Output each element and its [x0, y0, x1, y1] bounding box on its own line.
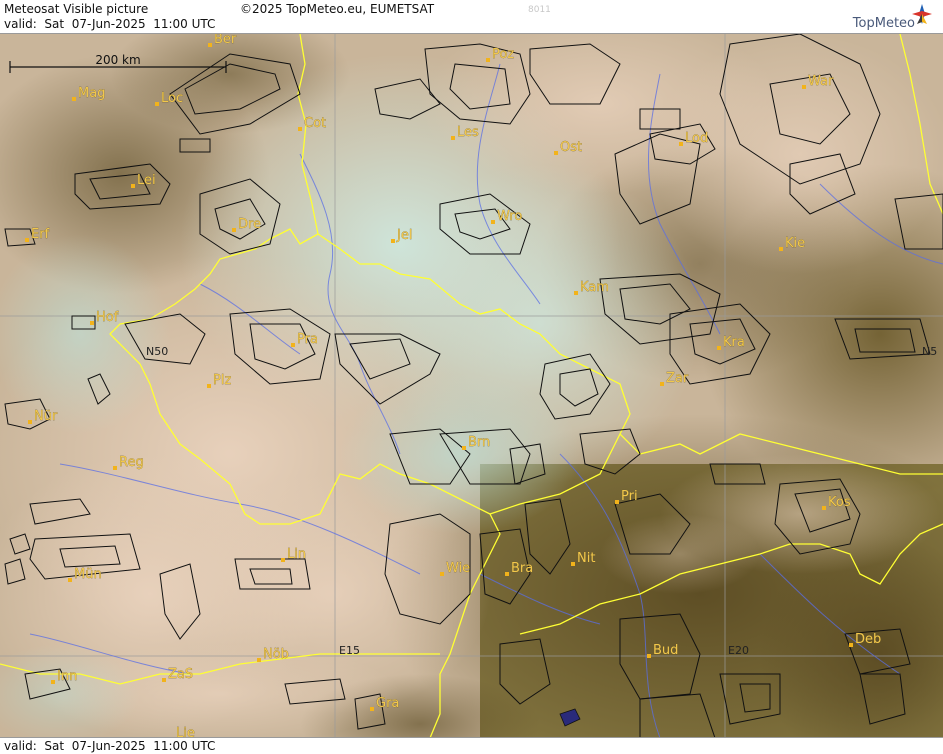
- city-label: Bud: [653, 643, 678, 658]
- city-label: Plz: [213, 373, 231, 388]
- city-dot-icon: [281, 558, 285, 562]
- city-label: Brn: [468, 435, 490, 450]
- city-label: Erf: [31, 227, 50, 242]
- city-label: Hof: [96, 310, 119, 325]
- city-dot-icon: [574, 291, 578, 295]
- satellite-viewer: Meteosat Visible picture ©2025 TopMeteo.…: [0, 0, 943, 754]
- city-label: Gra: [376, 696, 399, 711]
- header-bar: Meteosat Visible picture ©2025 TopMeteo.…: [0, 0, 943, 34]
- logo-text: TopMeteo: [852, 16, 915, 31]
- city-label: Dre: [238, 217, 261, 232]
- picture-title: Meteosat Visible picture: [4, 2, 149, 16]
- city-label: Ost: [560, 140, 582, 155]
- lat-label-n5: N5: [922, 345, 937, 358]
- city-label: Reg: [119, 455, 144, 470]
- city-label: Lei: [137, 173, 156, 188]
- frame-id: 8011: [528, 5, 551, 15]
- footer-valid-time: valid: Sat 07-Jun-2025 11:00 UTC: [4, 739, 216, 753]
- city-dot-icon: [849, 643, 853, 647]
- city-dot-icon: [51, 680, 55, 684]
- city-label: Lin: [287, 547, 306, 562]
- city-dot-icon: [68, 578, 72, 582]
- scale-bar-label: 200 km: [95, 53, 140, 67]
- city-label: Nit: [577, 551, 595, 566]
- city-label: Nöb: [263, 647, 289, 662]
- city-dot-icon: [451, 136, 455, 140]
- city-label: War: [808, 74, 834, 89]
- city-dot-icon: [207, 384, 211, 388]
- city-dot-icon: [291, 343, 295, 347]
- city-label: Wie: [446, 561, 470, 576]
- city-dot-icon: [232, 228, 236, 232]
- city-dot-icon: [491, 220, 495, 224]
- city-dot-icon: [647, 654, 651, 658]
- city-label: Mag: [78, 86, 105, 101]
- city-dot-icon: [779, 247, 783, 251]
- city-label: Pri: [621, 489, 638, 504]
- city-label: Inn: [57, 669, 77, 684]
- city-label: Wro: [497, 209, 522, 224]
- city-label: Pra: [297, 332, 318, 347]
- city-label: Jel: [396, 228, 412, 243]
- valid-time: valid: Sat 07-Jun-2025 11:00 UTC: [4, 17, 216, 31]
- city-dot-icon: [370, 707, 374, 711]
- city-dot-icon: [113, 466, 117, 470]
- city-dot-icon: [155, 102, 159, 106]
- city-label: ZaS: [168, 667, 193, 682]
- city-dot-icon: [208, 43, 212, 47]
- city-dot-icon: [440, 572, 444, 576]
- city-marker: Mag: [72, 86, 106, 101]
- city-dot-icon: [257, 658, 261, 662]
- city-dot-icon: [679, 142, 683, 146]
- footer-bar: valid: Sat 07-Jun-2025 11:00 UTC: [0, 737, 943, 754]
- city-dot-icon: [72, 97, 76, 101]
- city-dot-icon: [486, 58, 490, 62]
- lon-label-e20: E20: [728, 644, 749, 657]
- city-label: Kie: [785, 236, 805, 251]
- city-dot-icon: [660, 382, 664, 386]
- city-dot-icon: [802, 85, 806, 89]
- city-marker: Mün: [68, 567, 102, 582]
- lon-label-e15: E15: [339, 644, 360, 657]
- city-label: Ber: [214, 34, 237, 47]
- city-dot-icon: [391, 239, 395, 243]
- city-dot-icon: [571, 562, 575, 566]
- city-dot-icon: [131, 184, 135, 188]
- city-dot-icon: [90, 321, 94, 325]
- city-dot-icon: [298, 127, 302, 131]
- city-dot-icon: [462, 446, 466, 450]
- city-dot-icon: [554, 151, 558, 155]
- city-label: Nür: [34, 409, 58, 424]
- city-label: Kam: [580, 280, 609, 295]
- city-dot-icon: [162, 678, 166, 682]
- city-label: Lod: [685, 131, 708, 146]
- city-label: Loc: [161, 91, 183, 106]
- city-label: Les: [457, 125, 479, 140]
- city-marker: Kam: [574, 280, 609, 295]
- city-dot-icon: [615, 500, 619, 504]
- city-dot-icon: [28, 420, 32, 424]
- city-dot-icon: [505, 572, 509, 576]
- city-label: Kos: [828, 495, 851, 510]
- lat-label-n50: N50: [146, 345, 168, 358]
- topmeteo-logo: TopMeteo: [827, 2, 937, 32]
- copyright-text: ©2025 TopMeteo.eu, EUMETSAT: [240, 2, 435, 16]
- city-dot-icon: [717, 346, 721, 350]
- city-label: Deb: [855, 632, 881, 647]
- city-label: Bra: [511, 561, 533, 576]
- satellite-map[interactable]: 200 km N50 E15 E20 N5 Ber Poz War Mag Loc Cot…: [0, 34, 943, 738]
- city-dot-icon: [822, 506, 826, 510]
- city-label: Zar: [666, 371, 689, 386]
- city-label: Cot: [304, 116, 326, 131]
- city-label: Kra: [723, 335, 745, 350]
- city-label: Poz: [492, 47, 514, 62]
- city-dot-icon: [25, 238, 29, 242]
- city-label: Mün: [74, 567, 102, 582]
